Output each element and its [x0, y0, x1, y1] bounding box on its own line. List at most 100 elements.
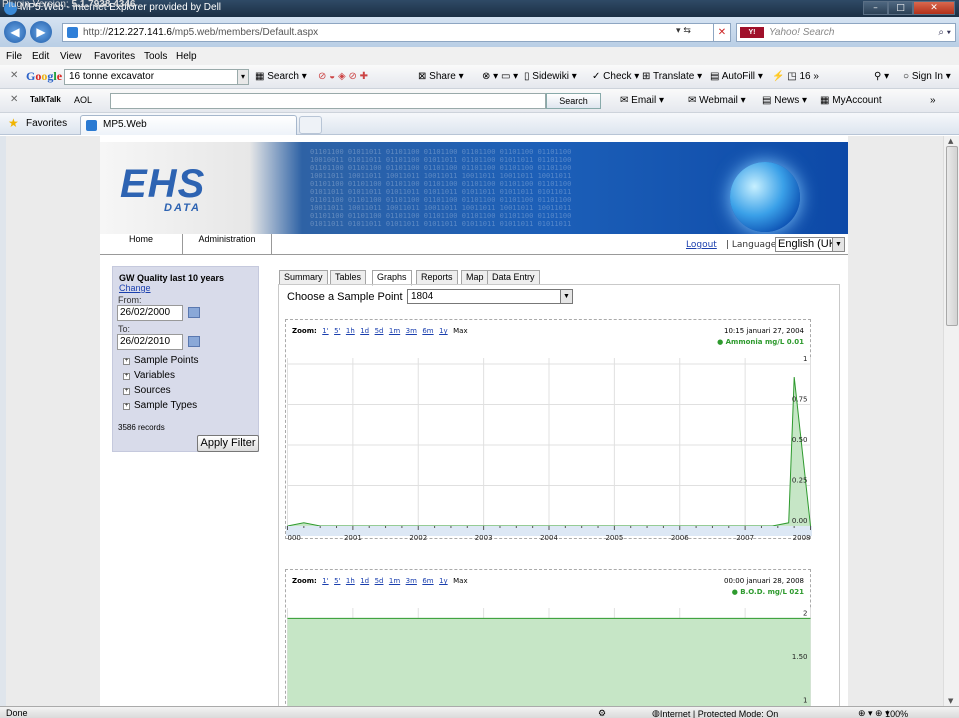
scroll-up-icon[interactable]: ▲: [948, 137, 953, 145]
check-button[interactable]: ✓ Check ▾: [592, 71, 639, 82]
tab-data-entry[interactable]: Data Entry: [487, 270, 540, 285]
bod-chart-svg[interactable]: 1 1.50 2: [286, 600, 812, 706]
tree-variables[interactable]: + Variables: [123, 370, 175, 381]
favorites-star-icon[interactable]: ★: [8, 116, 19, 130]
share-button[interactable]: ⊠ Share ▾: [418, 71, 464, 82]
language-select[interactable]: English (UK) ▼: [775, 237, 845, 252]
google-dropdown-icon[interactable]: ▾: [237, 69, 249, 85]
yahoo-search-input[interactable]: Y! Yahoo! Search ⌕ ▾: [736, 23, 956, 42]
zoom-6m[interactable]: 6m: [422, 577, 433, 585]
menu-edit[interactable]: Edit: [32, 51, 49, 62]
logout-link[interactable]: Logout: [686, 240, 717, 250]
menu-favorites[interactable]: Favorites: [94, 51, 135, 62]
tab-tables[interactable]: Tables: [330, 270, 367, 285]
address-dropdown-icon[interactable]: ▾ ⇆: [676, 26, 691, 36]
tree-sources[interactable]: + Sources: [123, 385, 171, 396]
zoom-3m[interactable]: 3m: [406, 327, 417, 335]
scroll-thumb[interactable]: [946, 146, 958, 326]
zoom-1m[interactable]: 1m: [389, 327, 400, 335]
zoom-1h[interactable]: 1h: [346, 327, 355, 335]
tree-sample-types[interactable]: + Sample Types: [123, 400, 197, 411]
menu-tools[interactable]: Tools: [144, 51, 167, 62]
zoom-1m[interactable]: 1m: [389, 577, 400, 585]
close-toolbar-icon[interactable]: ✕: [10, 70, 18, 81]
minimize-button[interactable]: –: [863, 1, 888, 15]
zoom-1min[interactable]: 1': [322, 327, 328, 335]
toolbar-overflow-icon[interactable]: »: [930, 95, 936, 106]
toolbar-misc-icons[interactable]: ⊗ ▾ ▭ ▾: [482, 71, 518, 82]
from-date-input[interactable]: 26/02/2000: [117, 305, 183, 321]
expand-icon[interactable]: +: [123, 403, 130, 410]
x-tick-label: 2006: [671, 534, 689, 540]
tab-reports[interactable]: Reports: [416, 270, 458, 285]
favorites-bar: ★ Favorites MP5.Web: [0, 113, 959, 135]
back-button[interactable]: ◀: [4, 21, 26, 43]
aol-search-button[interactable]: Search: [546, 93, 601, 109]
zoom-5d[interactable]: 5d: [375, 327, 384, 335]
zoom-1y[interactable]: 1y: [439, 577, 448, 585]
calendar-icon[interactable]: [188, 307, 200, 318]
search-icon[interactable]: ⌕ ▾: [938, 24, 951, 41]
new-tab-button[interactable]: [299, 116, 322, 134]
zoom-3m[interactable]: 3m: [406, 577, 417, 585]
change-filter-link[interactable]: Change: [119, 283, 151, 293]
zoom-6m[interactable]: 6m: [422, 327, 433, 335]
status-bar: Done ⚙ ◍ Internet | Protected Mode: On ⊕…: [0, 706, 959, 718]
maximize-button[interactable]: □: [888, 1, 913, 15]
calendar-icon[interactable]: [188, 336, 200, 347]
expand-icon[interactable]: +: [123, 388, 130, 395]
wrench-icon[interactable]: ⚲ ▾: [874, 71, 889, 82]
close-aol-toolbar-icon[interactable]: ✕: [10, 94, 18, 105]
menu-file[interactable]: File: [6, 51, 22, 62]
zoom-1min[interactable]: 1': [322, 577, 328, 585]
zoom-5min[interactable]: 5': [334, 327, 340, 335]
favorites-button[interactable]: Favorites: [26, 118, 67, 129]
sidewiki-button[interactable]: ▯ Sidewiki ▾: [524, 71, 577, 82]
tab-map[interactable]: Map: [461, 270, 489, 285]
security-zone[interactable]: ◍ Internet | Protected Mode: On: [652, 708, 778, 718]
autofill-button[interactable]: ▤ AutoFill ▾: [710, 71, 763, 82]
webmail-button[interactable]: ✉ Webmail ▾: [688, 95, 746, 106]
expand-icon[interactable]: +: [123, 358, 130, 365]
bookmarks-button[interactable]: ⚡ ◳ 16 »: [772, 71, 819, 82]
apply-filter-button[interactable]: Apply Filter: [197, 435, 259, 452]
google-search-input[interactable]: 16 tonne excavator: [64, 69, 249, 85]
zoom-max[interactable]: Max: [453, 577, 467, 585]
zoom-1h[interactable]: 1h: [346, 577, 355, 585]
sign-in-button[interactable]: ○ Sign In ▾: [903, 71, 951, 82]
myaccount-button[interactable]: ▦ MyAccount: [820, 95, 882, 106]
close-window-button[interactable]: ✕: [913, 1, 955, 15]
tab-favicon-icon: [86, 120, 97, 131]
browser-tab-mp5web[interactable]: MP5.Web: [80, 115, 297, 135]
menu-help[interactable]: Help: [176, 51, 197, 62]
vertical-scrollbar[interactable]: ▲ ▼: [943, 136, 959, 706]
menu-view[interactable]: View: [60, 51, 82, 62]
window-title-bar: MP5.Web - Internet Explorer provided by …: [0, 0, 959, 17]
stop-button[interactable]: ✕: [713, 23, 731, 42]
nav-home[interactable]: Home: [100, 234, 183, 255]
zoom-max[interactable]: Max: [453, 327, 467, 335]
to-date-input[interactable]: 26/02/2010: [117, 334, 183, 350]
zoom-1y[interactable]: 1y: [439, 327, 448, 335]
ammonia-chart-svg[interactable]: 0.00 0.25 0.50 0.75 1 000 2001 2002 2003 2004 2005…: [286, 350, 812, 540]
page-zoom-button[interactable]: ⊕ ▾ ⊕ 100% ▾: [858, 708, 908, 718]
tab-summary[interactable]: Summary: [279, 270, 328, 285]
news-button[interactable]: ▤ News ▾: [762, 95, 807, 106]
sample-point-select[interactable]: 1804 ▼: [407, 289, 573, 304]
translate-button[interactable]: ⊞ Translate ▾: [642, 71, 702, 82]
google-search-button[interactable]: ▦ Search ▾: [255, 71, 307, 82]
zoom-1d[interactable]: 1d: [360, 327, 369, 335]
email-button[interactable]: ✉ Email ▾: [620, 95, 664, 106]
expand-icon[interactable]: +: [123, 373, 130, 380]
y-tick-label: 2: [803, 609, 807, 617]
zoom-5d[interactable]: 5d: [375, 577, 384, 585]
tree-sample-points[interactable]: + Sample Points: [123, 355, 198, 366]
scroll-down-icon[interactable]: ▼: [948, 697, 953, 705]
toolbar-icons[interactable]: ⊘ ◒ ◈ ⊘ ✚: [318, 71, 368, 82]
zoom-1d[interactable]: 1d: [360, 577, 369, 585]
address-input[interactable]: http://212.227.141.6/mp5.web/members/Def…: [62, 23, 714, 42]
nav-administration[interactable]: Administration: [183, 234, 272, 255]
zoom-5min[interactable]: 5': [334, 577, 340, 585]
forward-button[interactable]: ▶: [30, 21, 52, 43]
aol-search-input[interactable]: [110, 93, 546, 109]
